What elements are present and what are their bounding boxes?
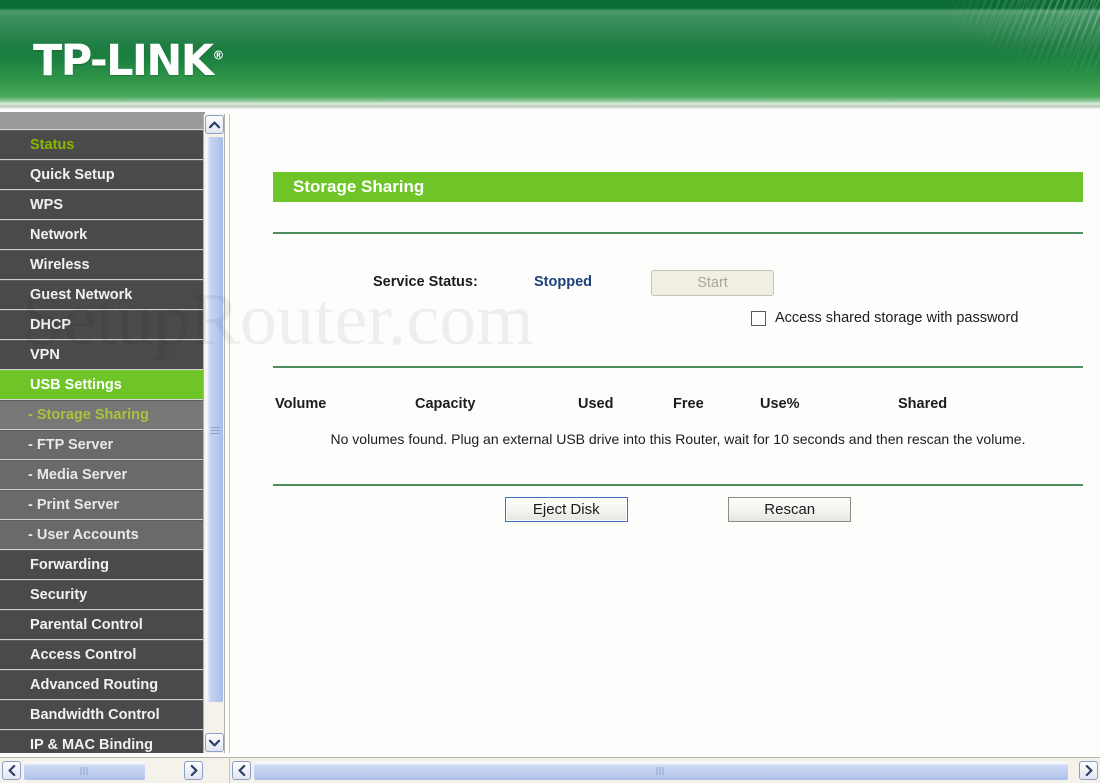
sidebar-scroll-right-button[interactable] xyxy=(184,761,203,780)
chevron-right-icon xyxy=(1085,765,1092,776)
separator-top xyxy=(273,232,1083,234)
sidebar-item-ip-mac-binding[interactable]: IP & MAC Binding xyxy=(0,730,205,753)
sidebar-item-wps[interactable]: WPS xyxy=(0,190,205,220)
sidebar-item-network[interactable]: Network xyxy=(0,220,205,250)
chevron-down-icon xyxy=(209,739,220,746)
sidebar-item-advanced-routing[interactable]: Advanced Routing xyxy=(0,670,205,700)
sidebar-horizontal-scrollbar[interactable] xyxy=(0,757,205,783)
chevron-right-icon xyxy=(190,765,197,776)
column-header-used: Used xyxy=(578,396,614,412)
sidebar-item-label: Forwarding xyxy=(30,557,109,573)
sidebar-item-label: Guest Network xyxy=(30,287,133,303)
scroll-up-button[interactable] xyxy=(205,115,224,134)
sidebar-item-usb-settings[interactable]: USB Settings xyxy=(0,370,205,400)
chevron-left-icon xyxy=(238,765,245,776)
sidebar-scroll-left-button[interactable] xyxy=(2,761,21,780)
sidebar-item-label: USB Settings xyxy=(30,377,122,393)
sidebar-item-label: IP & MAC Binding xyxy=(30,737,153,753)
access-password-checkbox-label: Access shared storage with password xyxy=(775,310,1019,326)
scroll-thumb-grip-icon xyxy=(210,427,219,434)
start-service-button[interactable]: Start xyxy=(651,270,774,296)
page-header: TP-LINK® xyxy=(0,0,1100,109)
access-password-checkbox[interactable] xyxy=(751,310,766,326)
scroll-down-button[interactable] xyxy=(205,733,224,752)
sidebar-item-guest-network[interactable]: Guest Network xyxy=(0,280,205,310)
sidebar-item-label: - FTP Server xyxy=(28,437,114,453)
sidebar-item-label: - Print Server xyxy=(28,497,120,513)
sidebar-item-label: - Storage Sharing xyxy=(28,407,149,423)
sidebar-item-parental-control[interactable]: Parental Control xyxy=(0,610,205,640)
volume-table-empty-message: No volumes found. Plug an external USB d… xyxy=(330,431,1026,447)
logo-trademark-icon: ® xyxy=(212,48,225,63)
action-button-row: Eject Disk Rescan xyxy=(273,497,1083,522)
router-admin-page: TP-LINK® Status Quick Setup WPS Network Wire… xyxy=(0,0,1100,783)
sidebar-vertical-scrollbar[interactable] xyxy=(203,114,225,753)
sidebar-item-label: DHCP xyxy=(30,317,72,333)
sidebar-item-dhcp[interactable]: DHCP xyxy=(0,310,205,340)
sidebar-item-storage-sharing[interactable]: - Storage Sharing xyxy=(0,400,205,430)
sidebar-item-status[interactable]: Status xyxy=(0,130,205,160)
sidebar-item-access-control[interactable]: Access Control xyxy=(0,640,205,670)
column-header-use-percent: Use% xyxy=(760,396,800,412)
content-horizontal-scroll-thumb[interactable] xyxy=(254,762,1068,780)
column-header-capacity: Capacity xyxy=(415,396,476,412)
sidebar-item-ftp-server[interactable]: - FTP Server xyxy=(0,430,205,460)
sidebar-item-security[interactable]: Security xyxy=(0,580,205,610)
content-scroll-right-button[interactable] xyxy=(1079,761,1098,780)
page-title: Storage Sharing xyxy=(273,172,1083,202)
sidebar-item-label: - Media Server xyxy=(28,467,128,483)
header-stripe-decoration-secondary xyxy=(810,0,1100,109)
column-header-volume: Volume xyxy=(275,396,327,412)
sidebar-item-bandwidth-control[interactable]: Bandwidth Control xyxy=(0,700,205,730)
sidebar-item-label: WPS xyxy=(30,197,64,213)
service-status-row: Service Status: Stopped Start xyxy=(273,269,1083,305)
column-header-free: Free xyxy=(673,396,704,412)
sidebar-nav: Status Quick Setup WPS Network Wireless Guest… xyxy=(0,112,205,753)
sidebar-item-label: Parental Control xyxy=(30,617,143,633)
scroll-thumb-grip-icon xyxy=(80,767,89,775)
sidebar-item-label: Access Control xyxy=(30,647,137,663)
sidebar-item-vpn[interactable]: VPN xyxy=(0,340,205,370)
sidebar-item-label: Quick Setup xyxy=(30,167,115,183)
scroll-thumb-grip-icon xyxy=(656,767,666,775)
rescan-button[interactable]: Rescan xyxy=(728,497,852,522)
tp-link-logo: TP-LINK® xyxy=(33,40,224,83)
sidebar-item-print-server[interactable]: - Print Server xyxy=(0,490,205,520)
sidebar-item-user-accounts[interactable]: - User Accounts xyxy=(0,520,205,550)
eject-disk-button[interactable]: Eject Disk xyxy=(504,497,628,522)
sidebar-item-media-server[interactable]: - Media Server xyxy=(0,460,205,490)
sidebar-item-wireless[interactable]: Wireless xyxy=(0,250,205,280)
sidebar-item-label: Bandwidth Control xyxy=(30,707,160,723)
sidebar-item-label: Security xyxy=(30,587,88,603)
separator-bottom xyxy=(273,484,1083,486)
separator-middle xyxy=(273,366,1083,368)
chevron-left-icon xyxy=(8,765,15,776)
sidebar-menu-list: Status Quick Setup WPS Network Wireless Guest… xyxy=(0,130,205,753)
service-status-value: Stopped xyxy=(534,274,592,290)
content-scroll-left-button[interactable] xyxy=(232,761,251,780)
sidebar-top-strip xyxy=(0,112,205,130)
sidebar-item-label: Wireless xyxy=(30,257,90,273)
sidebar-horizontal-scroll-thumb[interactable] xyxy=(24,762,145,780)
sidebar-item-label: - User Accounts xyxy=(28,527,139,543)
sidebar-item-label: Status xyxy=(30,137,75,153)
vertical-scroll-thumb[interactable] xyxy=(206,137,223,702)
scrollbar-corner-filler xyxy=(205,757,229,783)
sidebar-item-quick-setup[interactable]: Quick Setup xyxy=(0,160,205,190)
content-horizontal-scrollbar[interactable] xyxy=(229,757,1100,783)
header-stripe-decoration xyxy=(740,0,1100,109)
chevron-up-icon xyxy=(209,121,220,128)
main-content-panel: Storage Sharing Service Status: Stopped … xyxy=(229,114,1100,753)
column-header-shared: Shared xyxy=(898,396,948,412)
logo-text: TP-LINK xyxy=(33,36,214,86)
password-checkbox-row: Access shared storage with password xyxy=(273,310,1018,326)
sidebar-item-forwarding[interactable]: Forwarding xyxy=(0,550,205,580)
sidebar-item-label: Network xyxy=(30,227,88,243)
service-status-label: Service Status: xyxy=(373,274,478,290)
sidebar-item-label: VPN xyxy=(30,347,60,363)
sidebar-item-label: Advanced Routing xyxy=(30,677,159,693)
